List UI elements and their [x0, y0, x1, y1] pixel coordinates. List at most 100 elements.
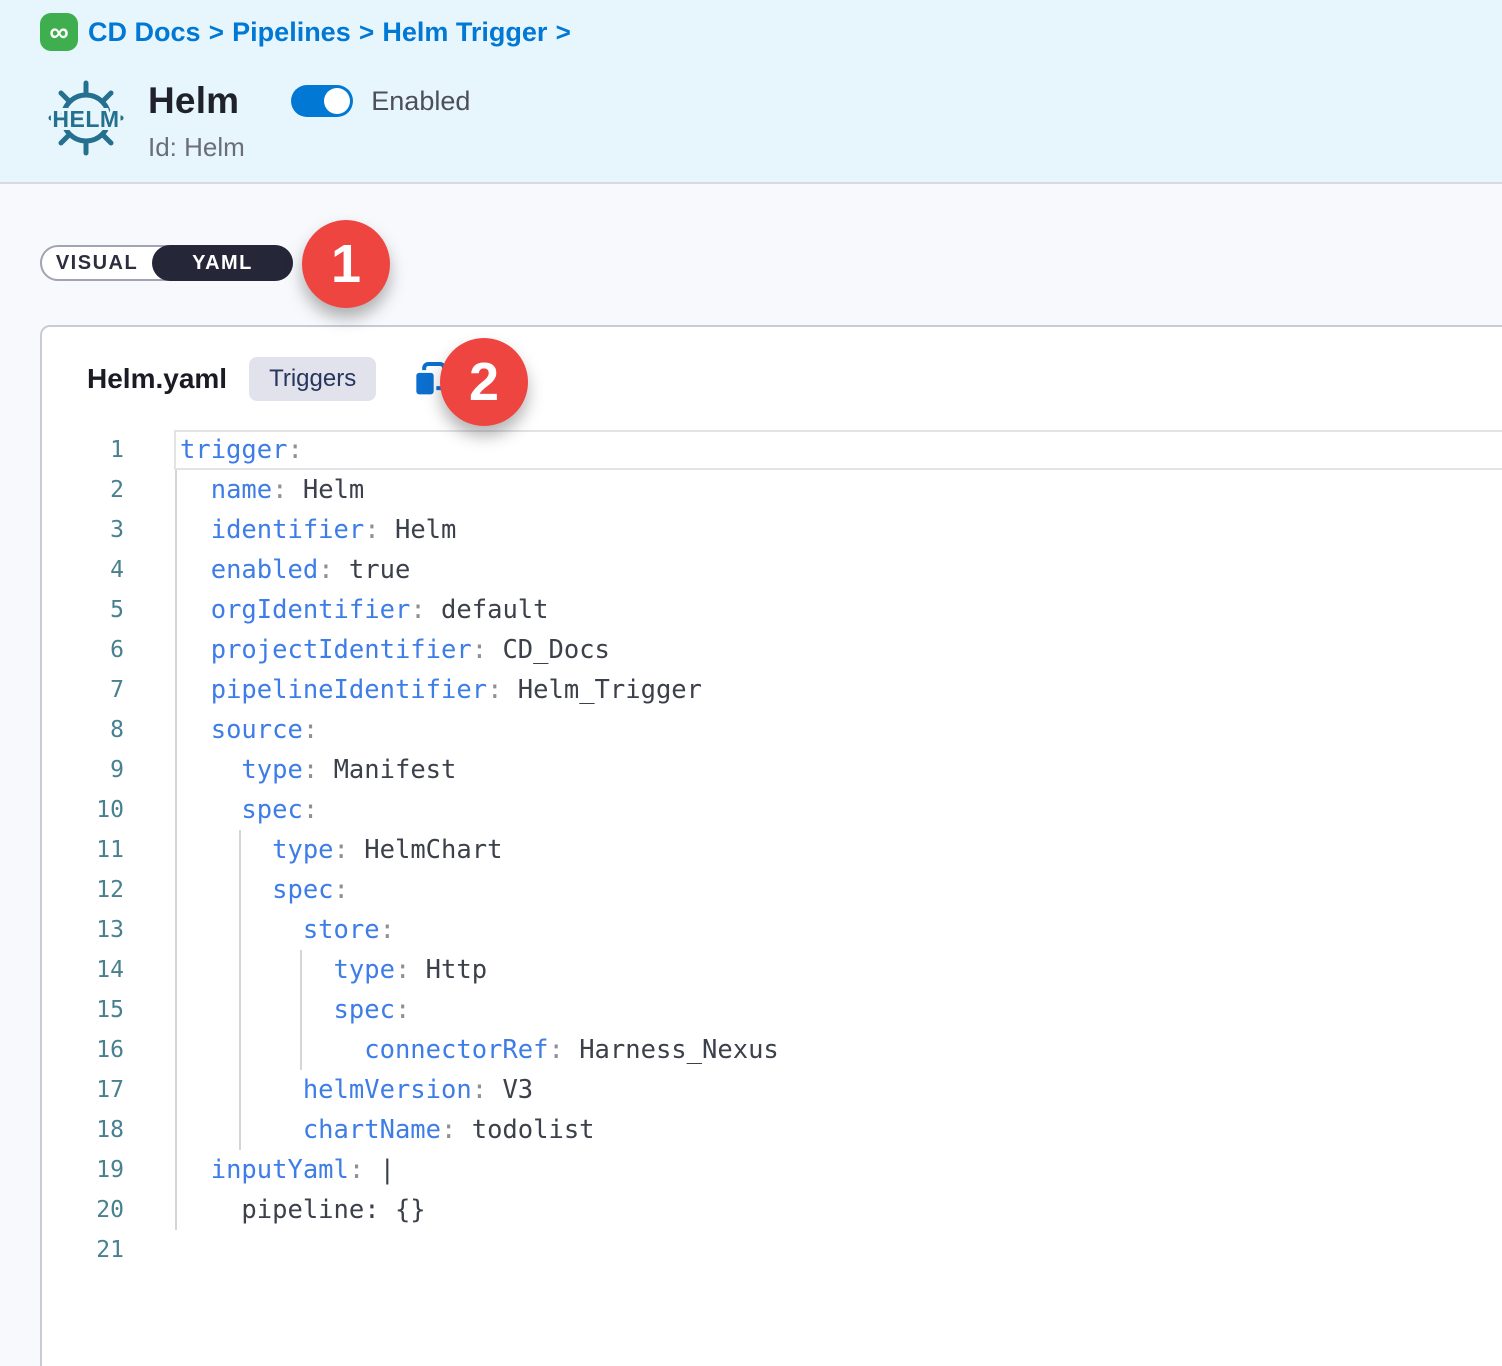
line-number: 12	[42, 877, 124, 903]
current-line-highlight	[174, 430, 1502, 470]
tab-visual[interactable]: VISUAL	[42, 247, 152, 279]
line-number: 7	[42, 677, 124, 703]
code-line: name: Helm	[124, 470, 1502, 510]
editor-line[interactable]: 14 type: Http	[42, 950, 1502, 990]
code-text: source:	[180, 715, 318, 745]
editor-line[interactable]: 5 orgIdentifier: default	[42, 590, 1502, 630]
code-text: connectorRef: Harness_Nexus	[180, 1035, 779, 1065]
breadcrumb: ∞ CD Docs > Pipelines > Helm Trigger >	[40, 10, 572, 54]
trigger-id-label: Id: Helm	[148, 132, 470, 163]
visual-yaml-toggle: VISUAL YAML	[40, 245, 293, 281]
annotation-badge-1: 1	[302, 220, 390, 308]
indent-guide	[175, 950, 177, 990]
code-text: type: Http	[180, 955, 487, 985]
breadcrumb-link[interactable]: Pipelines	[232, 17, 351, 47]
code-line: source:	[124, 710, 1502, 750]
code-text: orgIdentifier: default	[180, 595, 549, 625]
indent-guide	[175, 750, 177, 790]
indent-guide	[175, 630, 177, 670]
line-number: 14	[42, 957, 124, 983]
indent-guide	[239, 830, 241, 870]
code-text: spec:	[180, 875, 349, 905]
editor-line[interactable]: 21	[42, 1230, 1502, 1270]
pipelines-infinity-icon: ∞	[40, 13, 78, 51]
indent-guide	[300, 1030, 302, 1070]
breadcrumb-items: CD Docs > Pipelines > Helm Trigger >	[88, 17, 572, 48]
page-title: Helm	[148, 80, 239, 122]
code-line: identifier: Helm	[124, 510, 1502, 550]
editor-line[interactable]: 12 spec:	[42, 870, 1502, 910]
line-number: 11	[42, 837, 124, 863]
helm-logo-text: HELM	[52, 106, 119, 132]
indent-guide	[239, 1070, 241, 1110]
breadcrumb-link[interactable]: Helm Trigger	[382, 17, 547, 47]
indent-guide	[175, 830, 177, 870]
indent-guide	[175, 990, 177, 1030]
code-line: type: Manifest	[124, 750, 1502, 790]
editor-line[interactable]: 18 chartName: todolist	[42, 1110, 1502, 1150]
page-header: ∞ CD Docs > Pipelines > Helm Trigger > H…	[0, 0, 1502, 184]
indent-guide	[175, 470, 177, 510]
indent-guide	[175, 910, 177, 950]
editor-line[interactable]: 19 inputYaml: |	[42, 1150, 1502, 1190]
indent-guide	[175, 710, 177, 750]
helm-wheel-icon: HELM	[44, 78, 128, 162]
tab-yaml[interactable]: YAML	[152, 245, 293, 281]
indent-guide	[239, 1030, 241, 1070]
editor-line[interactable]: 15 spec:	[42, 990, 1502, 1030]
editor-line[interactable]: 9 type: Manifest	[42, 750, 1502, 790]
code-text: enabled: true	[180, 555, 410, 585]
line-number: 4	[42, 557, 124, 583]
indent-guide	[175, 1110, 177, 1150]
breadcrumb-separator: >	[351, 17, 383, 47]
line-number: 21	[42, 1237, 124, 1263]
editor-line[interactable]: 11 type: HelmChart	[42, 830, 1502, 870]
indent-guide	[300, 950, 302, 990]
line-number: 9	[42, 757, 124, 783]
toggle-knob	[324, 88, 350, 114]
line-number: 8	[42, 717, 124, 743]
yaml-editor-panel: Helm.yaml Triggers 1 trigger: 2 name: He…	[40, 325, 1502, 1366]
breadcrumb-link[interactable]: CD Docs	[88, 17, 201, 47]
code-text: pipelineIdentifier: Helm_Trigger	[180, 675, 702, 705]
line-number: 5	[42, 597, 124, 623]
indent-guide	[175, 590, 177, 630]
breadcrumb-separator: >	[201, 17, 233, 47]
code-text: spec:	[180, 795, 318, 825]
code-line: type: Http	[124, 950, 1502, 990]
editor-line[interactable]: 1 trigger:	[42, 430, 1502, 470]
line-number: 19	[42, 1157, 124, 1183]
code-text: inputYaml: |	[180, 1155, 395, 1185]
editor-line[interactable]: 6 projectIdentifier: CD_Docs	[42, 630, 1502, 670]
code-line: store:	[124, 910, 1502, 950]
editor-line[interactable]: 13 store:	[42, 910, 1502, 950]
line-number: 16	[42, 1037, 124, 1063]
editor-line[interactable]: 10 spec:	[42, 790, 1502, 830]
line-number: 2	[42, 477, 124, 503]
yaml-code-editor[interactable]: 1 trigger: 2 name: Helm 3 identifier: He…	[42, 430, 1502, 1270]
code-text: type: Manifest	[180, 755, 456, 785]
code-line: projectIdentifier: CD_Docs	[124, 630, 1502, 670]
indent-guide	[175, 550, 177, 590]
code-line: orgIdentifier: default	[124, 590, 1502, 630]
breadcrumb-separator: >	[547, 17, 571, 47]
code-line	[124, 1230, 1502, 1270]
code-line: spec:	[124, 790, 1502, 830]
editor-line[interactable]: 7 pipelineIdentifier: Helm_Trigger	[42, 670, 1502, 710]
line-number: 18	[42, 1117, 124, 1143]
trigger-title-block: HELM Helm Enabled Id: Helm	[44, 78, 470, 163]
enabled-toggle[interactable]	[291, 85, 353, 117]
editor-line[interactable]: 20 pipeline: {}	[42, 1190, 1502, 1230]
editor-line[interactable]: 17 helmVersion: V3	[42, 1070, 1502, 1110]
editor-line[interactable]: 16 connectorRef: Harness_Nexus	[42, 1030, 1502, 1070]
indent-guide	[239, 910, 241, 950]
editor-line[interactable]: 3 identifier: Helm	[42, 510, 1502, 550]
triggers-chip[interactable]: Triggers	[249, 357, 376, 401]
editor-line[interactable]: 4 enabled: true	[42, 550, 1502, 590]
code-line: connectorRef: Harness_Nexus	[124, 1030, 1502, 1070]
line-number: 20	[42, 1197, 124, 1223]
indent-guide	[175, 790, 177, 830]
editor-line[interactable]: 2 name: Helm	[42, 470, 1502, 510]
indent-guide	[239, 870, 241, 910]
editor-line[interactable]: 8 source:	[42, 710, 1502, 750]
